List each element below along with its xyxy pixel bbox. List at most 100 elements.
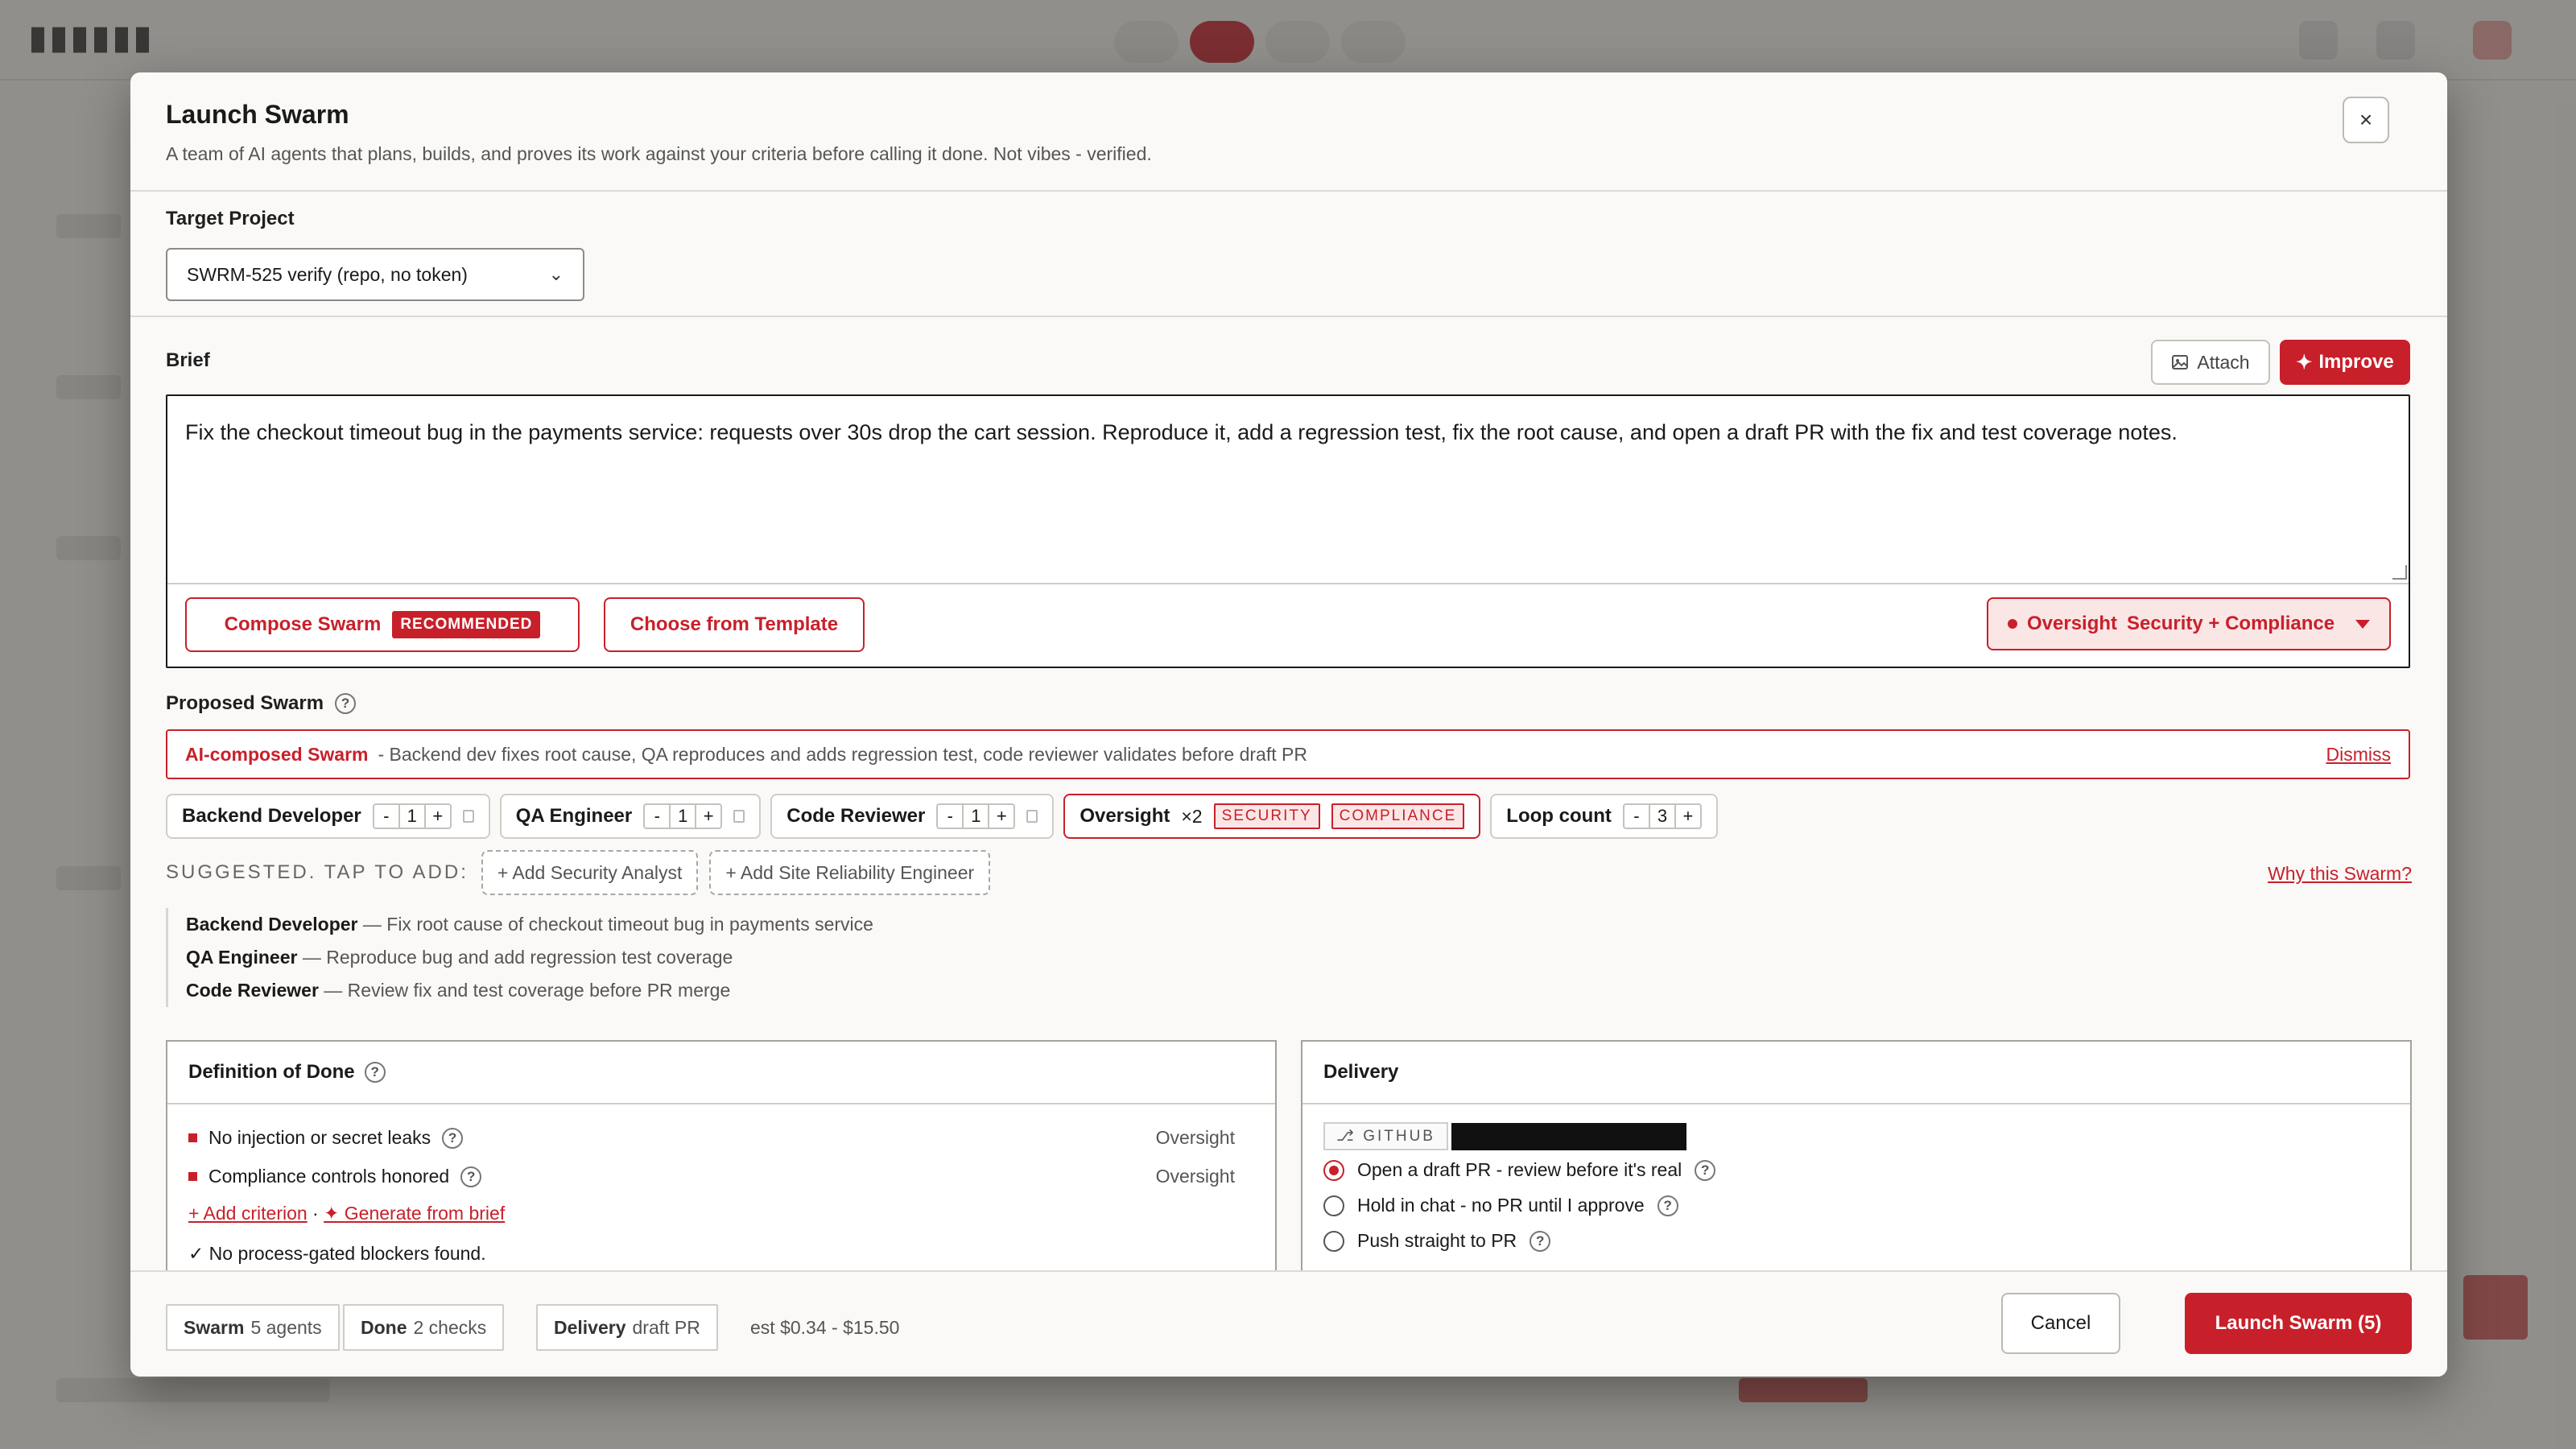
decrement-button[interactable]: - — [645, 805, 669, 828]
decrement-button[interactable]: - — [938, 805, 962, 828]
role-name: Backend Developer — [182, 805, 361, 827]
add-sre-button[interactable]: + Add Site Reliability Engineer — [709, 850, 991, 895]
target-project-select[interactable]: SWRM-525 verify (repo, no token) ⌄ — [166, 248, 584, 301]
delivery-option-push[interactable]: Push straight to PR ? — [1323, 1230, 1551, 1252]
oversight-value: Security + Compliance — [2127, 613, 2335, 634]
suggested-label: SUGGESTED. TAP TO ADD: — [166, 861, 469, 883]
dod-header: Definition of Done ? — [167, 1042, 1275, 1104]
delivery-title: Delivery — [1323, 1061, 1399, 1083]
proposed-swarm-heading: Proposed Swarm ? — [166, 692, 357, 715]
done-summary-chip: Done 2 checks — [343, 1304, 505, 1351]
lock-icon[interactable] — [1026, 810, 1038, 823]
lock-icon[interactable] — [733, 810, 745, 823]
help-icon[interactable]: ? — [335, 693, 357, 714]
help-icon[interactable]: ? — [442, 1127, 464, 1149]
attach-label: Attach — [2197, 351, 2250, 373]
attach-button[interactable]: Attach — [2151, 340, 2270, 385]
radio-selected-icon — [1323, 1159, 1344, 1181]
separator: · — [307, 1203, 324, 1224]
role-chip-qa-engineer: QA Engineer - 1 + — [499, 794, 762, 839]
oversight-name: Oversight — [1080, 805, 1170, 827]
resize-handle[interactable] — [2392, 565, 2407, 580]
help-icon[interactable]: ? — [460, 1166, 482, 1187]
chip-value: draft PR — [632, 1316, 700, 1338]
radio-icon — [1323, 1230, 1344, 1252]
blockers-text: No process-gated blockers found. — [208, 1243, 486, 1264]
brief-panel: Fix the checkout timeout bug in the paym… — [166, 394, 2410, 668]
dod-title: Definition of Done — [188, 1061, 355, 1083]
brief-textarea[interactable]: Fix the checkout timeout bug in the paym… — [185, 417, 2391, 448]
generate-from-brief-link[interactable]: ✦ Generate from brief — [324, 1203, 505, 1224]
help-icon[interactable]: ? — [1657, 1195, 1678, 1216]
suggestions: SUGGESTED. TAP TO ADD: + Add Security An… — [166, 850, 991, 895]
help-icon[interactable]: ? — [1695, 1159, 1716, 1181]
role-count: 1 — [669, 805, 697, 828]
increment-button[interactable]: + — [426, 805, 450, 828]
sparkle-icon: ✦ — [324, 1203, 345, 1224]
improve-button[interactable]: ✦ Improve — [2280, 340, 2410, 385]
role-list: Backend Developer - 1 + QA Engineer - 1 … — [166, 794, 1718, 839]
oversight-chip[interactable]: Oversight ×2 SECURITY COMPLIANCE — [1063, 794, 1481, 839]
dismiss-link[interactable]: Dismiss — [2326, 744, 2392, 766]
why-this-swarm-link[interactable]: Why this Swarm? — [2268, 863, 2412, 885]
loop-stepper: - 3 + — [1622, 803, 1702, 829]
lock-icon[interactable] — [462, 810, 474, 823]
target-project-value: SWRM-525 verify (repo, no token) — [187, 263, 468, 285]
assignment-item: Backend Developer — Fix root cause of ch… — [186, 908, 873, 941]
help-icon[interactable]: ? — [1530, 1230, 1551, 1252]
close-icon: × — [2359, 107, 2373, 132]
increment-button[interactable]: + — [989, 805, 1013, 828]
criterion-source: Oversight — [1155, 1166, 1235, 1187]
assignment-role: Code Reviewer — [186, 980, 319, 1001]
role-name: QA Engineer — [515, 805, 633, 827]
role-stepper: - 1 + — [643, 803, 723, 829]
caret-down-icon — [2355, 619, 2370, 629]
dod-actions: + Add criterion · ✦ Generate from brief — [188, 1203, 505, 1224]
increment-button[interactable]: + — [696, 805, 720, 828]
assignment-item: Code Reviewer — Review fix and test cove… — [186, 974, 873, 1007]
decrement-button[interactable]: - — [1624, 805, 1649, 828]
chip-label: Swarm — [184, 1316, 245, 1338]
security-tag: SECURITY — [1213, 803, 1320, 829]
delivery-option-hold[interactable]: Hold in chat - no PR until I approve ? — [1323, 1195, 1678, 1216]
role-count: 1 — [962, 805, 990, 828]
check-icon: ✓ — [188, 1243, 209, 1264]
brief-label: Brief — [166, 349, 210, 371]
modal-footer: Swarm 5 agents Done 2 checks Delivery draft… — [130, 1270, 2447, 1377]
recommended-badge: RECOMMENDED — [392, 611, 541, 638]
compliance-tag: COMPLIANCE — [1331, 803, 1465, 829]
add-criterion-link[interactable]: + Add criterion — [188, 1203, 308, 1224]
launch-swarm-button[interactable]: Launch Swarm (5) — [2185, 1293, 2412, 1354]
section-divider — [130, 316, 2447, 317]
delivery-header: Delivery — [1302, 1042, 2410, 1104]
role-stepper: - 1 + — [372, 803, 452, 829]
add-security-analyst-button[interactable]: + Add Security Analyst — [481, 850, 699, 895]
assignment-task: — Reproduce bug and add regression test … — [297, 947, 733, 968]
loop-count-chip: Loop count - 3 + — [1490, 794, 1718, 839]
ai-composed-description: - Backend dev fixes root cause, QA repro… — [378, 743, 1307, 765]
delivery-summary-chip: Delivery draft PR — [536, 1304, 718, 1351]
proposed-swarm-label: Proposed Swarm — [166, 692, 324, 714]
criterion-text: Compliance controls honored — [208, 1166, 450, 1187]
blockers-status: ✓ No process-gated blockers found. — [188, 1243, 486, 1265]
criterion-source: Oversight — [1155, 1127, 1235, 1148]
close-button[interactable]: × — [2343, 97, 2389, 143]
chip-label: Done — [361, 1316, 407, 1338]
increment-button[interactable]: + — [1676, 805, 1700, 828]
chip-value: 5 agents — [250, 1316, 322, 1338]
bullet-icon — [188, 1133, 197, 1142]
criterion-row: No injection or secret leaks ? Oversight — [188, 1127, 1235, 1149]
cancel-button[interactable]: Cancel — [2001, 1293, 2120, 1354]
assignment-item: QA Engineer — Reproduce bug and add regr… — [186, 941, 873, 974]
role-chip-code-reviewer: Code Reviewer - 1 + — [770, 794, 1055, 839]
assignment-role: QA Engineer — [186, 947, 298, 968]
decrement-button[interactable]: - — [374, 805, 398, 828]
role-assignments: Backend Developer — Fix root cause of ch… — [166, 908, 873, 1007]
loop-count-value: 3 — [1648, 805, 1676, 828]
github-label: GITHUB — [1363, 1128, 1435, 1145]
delivery-option-draft-pr[interactable]: Open a draft PR - review before it's rea… — [1323, 1159, 1716, 1181]
compose-swarm-button[interactable]: Compose Swarm RECOMMENDED — [185, 597, 580, 652]
help-icon[interactable]: ? — [364, 1062, 386, 1083]
oversight-dropdown[interactable]: Oversight Security + Compliance — [1987, 597, 2391, 650]
choose-template-button[interactable]: Choose from Template — [604, 597, 865, 652]
